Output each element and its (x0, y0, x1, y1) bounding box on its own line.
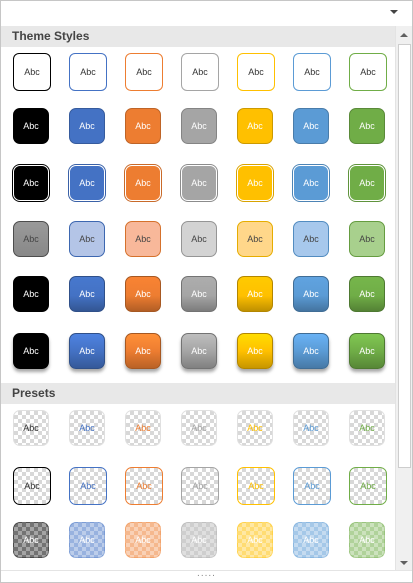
preset-swatch[interactable]: Abc (125, 410, 161, 446)
preset-swatch[interactable]: Abc (349, 522, 385, 558)
theme-style-swatch[interactable]: Abc (13, 333, 49, 369)
shape-styles-gallery: Theme Styles Abc Abc Abc Abc Abc Abc Abc Abc Ab… (0, 0, 413, 583)
dropdown-arrow-icon[interactable] (390, 10, 398, 14)
scroll-down-button[interactable] (396, 554, 412, 571)
preset-swatch[interactable]: Abc (293, 467, 331, 505)
gallery-content: Theme Styles Abc Abc Abc Abc Abc Abc Abc Abc Ab… (1, 26, 395, 571)
theme-style-swatch[interactable]: Abc (349, 333, 385, 369)
theme-styles-row-6: Abc Abc Abc Abc Abc Abc Abc (1, 327, 395, 383)
theme-style-swatch[interactable]: Abc (69, 53, 107, 91)
theme-style-swatch[interactable]: Abc (69, 165, 105, 201)
preset-swatch[interactable]: Abc (69, 410, 105, 446)
theme-style-swatch[interactable]: Abc (181, 221, 217, 257)
presets-row-3: Abc Abc Abc Abc Abc Abc Abc (1, 516, 395, 571)
theme-style-swatch[interactable]: Abc (349, 53, 387, 91)
theme-style-swatch[interactable]: Abc (69, 108, 105, 144)
theme-style-swatch[interactable]: Abc (69, 333, 105, 369)
theme-style-swatch[interactable]: Abc (13, 108, 49, 144)
gallery-top-bar (1, 1, 412, 25)
vertical-scrollbar[interactable] (395, 26, 412, 571)
theme-style-swatch[interactable]: Abc (293, 333, 329, 369)
preset-swatch[interactable]: Abc (237, 467, 275, 505)
theme-style-swatch[interactable]: Abc (69, 221, 105, 257)
theme-style-swatch[interactable]: Abc (181, 108, 217, 144)
theme-style-swatch[interactable]: Abc (237, 333, 273, 369)
theme-styles-row-2: Abc Abc Abc Abc Abc Abc Abc (1, 103, 395, 159)
preset-swatch[interactable]: Abc (69, 467, 107, 505)
theme-style-swatch[interactable]: Abc (349, 276, 385, 312)
preset-swatch[interactable]: Abc (181, 522, 217, 558)
preset-swatch[interactable]: Abc (69, 522, 105, 558)
theme-style-swatch[interactable]: Abc (237, 165, 273, 201)
theme-style-swatch[interactable]: Abc (125, 53, 163, 91)
preset-swatch[interactable]: Abc (237, 522, 273, 558)
presets-row-2: Abc Abc Abc Abc Abc Abc Abc (1, 460, 395, 516)
theme-style-swatch[interactable]: Abc (237, 108, 273, 144)
theme-styles-row-5: Abc Abc Abc Abc Abc Abc Abc (1, 271, 395, 327)
theme-style-swatch[interactable]: Abc (181, 53, 219, 91)
theme-style-swatch[interactable]: Abc (237, 53, 275, 91)
scroll-up-button[interactable] (396, 26, 412, 43)
theme-styles-row-3: Abc Abc Abc Abc Abc Abc Abc (1, 159, 395, 215)
theme-style-swatch[interactable]: Abc (293, 53, 331, 91)
theme-style-swatch[interactable]: Abc (181, 276, 217, 312)
section-header-presets: Presets (1, 383, 395, 404)
theme-style-swatch[interactable]: Abc (237, 276, 273, 312)
theme-style-swatch[interactable]: Abc (181, 165, 217, 201)
preset-swatch[interactable]: Abc (349, 410, 385, 446)
presets-row-1: Abc Abc Abc Abc Abc Abc Abc (1, 404, 395, 460)
theme-style-swatch[interactable]: Abc (293, 108, 329, 144)
theme-style-swatch[interactable]: Abc (125, 276, 161, 312)
theme-style-swatch[interactable]: Abc (13, 221, 49, 257)
preset-swatch[interactable]: Abc (125, 467, 163, 505)
theme-style-swatch[interactable]: Abc (349, 221, 385, 257)
preset-swatch[interactable]: Abc (293, 410, 329, 446)
theme-style-swatch[interactable]: Abc (13, 165, 49, 201)
theme-style-swatch[interactable]: Abc (237, 221, 273, 257)
scroll-up-icon (400, 33, 408, 37)
theme-styles-row-4: Abc Abc Abc Abc Abc Abc Abc (1, 215, 395, 271)
theme-style-swatch[interactable]: Abc (125, 165, 161, 201)
theme-style-swatch[interactable]: Abc (293, 221, 329, 257)
scrollbar-thumb[interactable] (398, 44, 411, 468)
resize-grip[interactable]: ..... (1, 569, 412, 582)
preset-swatch[interactable]: Abc (125, 522, 161, 558)
theme-style-swatch[interactable]: Abc (125, 221, 161, 257)
scroll-down-icon (400, 561, 408, 565)
theme-style-swatch[interactable]: Abc (69, 276, 105, 312)
preset-swatch[interactable]: Abc (13, 410, 49, 446)
theme-style-swatch[interactable]: Abc (349, 108, 385, 144)
theme-style-swatch[interactable]: Abc (13, 276, 49, 312)
theme-style-swatch[interactable]: Abc (125, 108, 161, 144)
preset-swatch[interactable]: Abc (13, 522, 49, 558)
preset-swatch[interactable]: Abc (181, 410, 217, 446)
theme-style-swatch[interactable]: Abc (349, 165, 385, 201)
preset-swatch[interactable]: Abc (181, 467, 219, 505)
theme-style-swatch[interactable]: Abc (293, 165, 329, 201)
theme-style-swatch[interactable]: Abc (181, 333, 217, 369)
preset-swatch[interactable]: Abc (13, 467, 51, 505)
theme-style-swatch[interactable]: Abc (293, 276, 329, 312)
preset-swatch[interactable]: Abc (237, 410, 273, 446)
theme-styles-row-1: Abc Abc Abc Abc Abc Abc Abc (1, 47, 395, 103)
preset-swatch[interactable]: Abc (349, 467, 387, 505)
preset-swatch[interactable]: Abc (293, 522, 329, 558)
section-header-theme-styles: Theme Styles (1, 26, 395, 47)
theme-style-swatch[interactable]: Abc (13, 53, 51, 91)
theme-style-swatch[interactable]: Abc (125, 333, 161, 369)
